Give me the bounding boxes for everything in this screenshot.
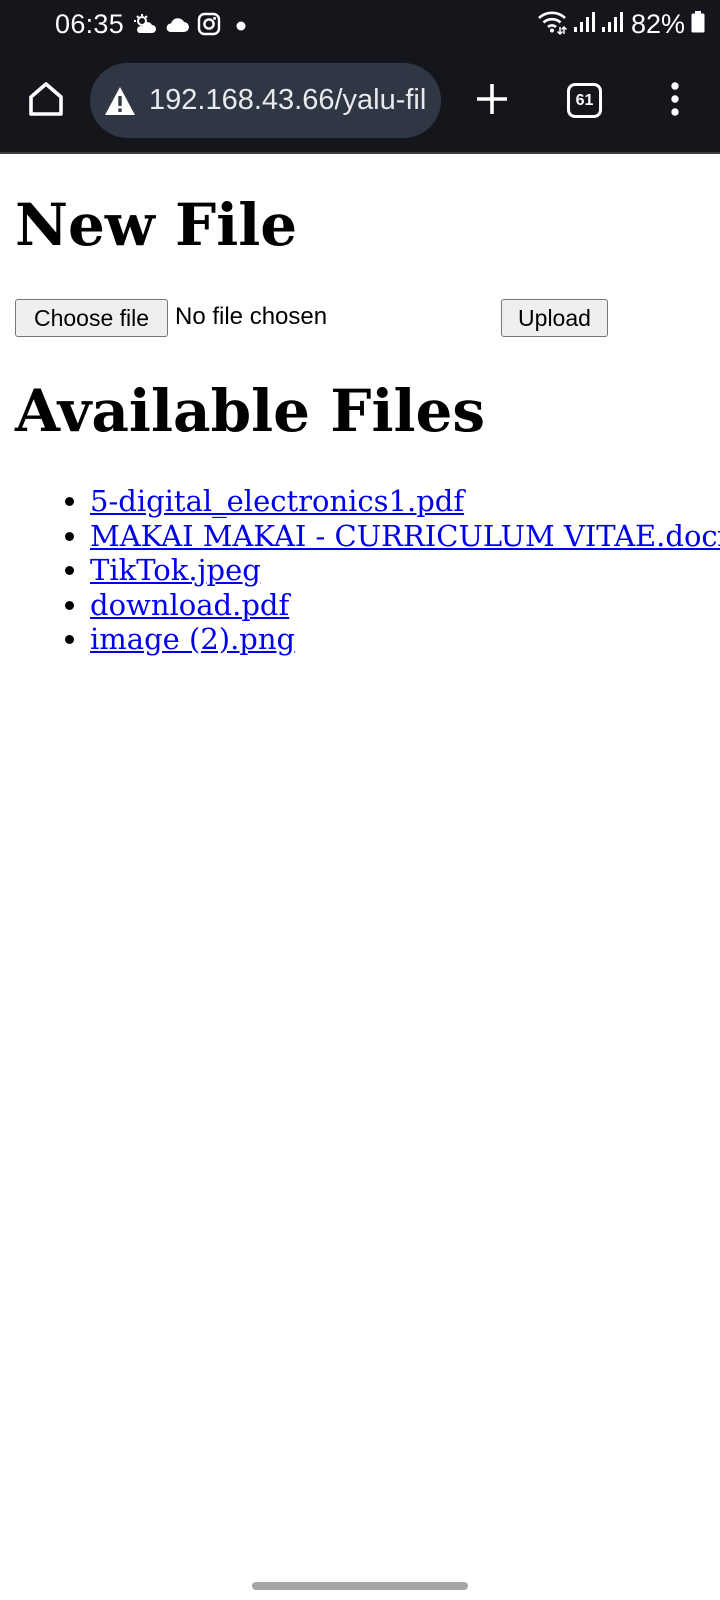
list-item: TikTok.jpeg: [90, 553, 720, 588]
battery-icon: [691, 11, 705, 38]
tab-count: 61: [575, 91, 594, 109]
choose-file-button[interactable]: Choose file: [15, 299, 168, 337]
notification-icons: [133, 12, 246, 41]
system-icons: 82%: [537, 9, 705, 40]
gesture-navigation-bar[interactable]: [252, 1582, 468, 1590]
file-link[interactable]: 5-digital_electronics1.pdf: [90, 484, 464, 518]
list-item: image (2).png: [90, 622, 720, 657]
list-item: 5-digital_electronics1.pdf: [90, 484, 720, 519]
upload-button[interactable]: Upload: [501, 299, 608, 337]
new-file-heading: New File: [15, 191, 298, 259]
list-item: MAKAI MAKAI - CURRICULUM VITAE.docx: [90, 519, 720, 554]
file-list: 5-digital_electronics1.pdf MAKAI MAKAI -…: [0, 484, 720, 657]
cloud-icon: [164, 14, 190, 39]
signal-icon: [573, 11, 595, 38]
status-time: 06:35: [55, 9, 125, 39]
wifi-icon: [537, 9, 567, 40]
home-icon: [26, 79, 66, 123]
url-text[interactable]: 192.168.43.66/yalu-fil: [149, 84, 431, 117]
instagram-icon: [197, 12, 221, 41]
file-link[interactable]: download.pdf: [90, 588, 289, 622]
tab-switcher-button[interactable]: 61: [567, 83, 602, 118]
new-tab-button[interactable]: [470, 79, 514, 123]
available-files-heading: Available Files: [15, 377, 486, 445]
battery-percent: 82%: [630, 9, 685, 39]
home-button[interactable]: [24, 79, 68, 123]
list-item: download.pdf: [90, 588, 720, 623]
file-link[interactable]: MAKAI MAKAI - CURRICULUM VITAE.docx: [90, 519, 720, 553]
file-link[interactable]: image (2).png: [90, 622, 295, 656]
browser-toolbar: 192.168.43.66/yalu-fil 61: [0, 52, 720, 154]
no-file-label: No file chosen: [175, 303, 328, 330]
file-link[interactable]: TikTok.jpeg: [90, 553, 261, 587]
signal-icon: [601, 11, 623, 38]
more-vert-icon: [670, 82, 680, 120]
upload-form: Choose file No file chosen Upload: [15, 299, 615, 339]
address-bar[interactable]: 192.168.43.66/yalu-fil: [90, 63, 441, 138]
status-bar: 06:35 82%: [0, 0, 720, 52]
plus-icon: [475, 82, 509, 120]
weather-icon: [133, 13, 157, 40]
dot-icon: [236, 18, 246, 36]
warning-icon[interactable]: [104, 85, 136, 117]
more-menu-button[interactable]: [660, 79, 690, 123]
